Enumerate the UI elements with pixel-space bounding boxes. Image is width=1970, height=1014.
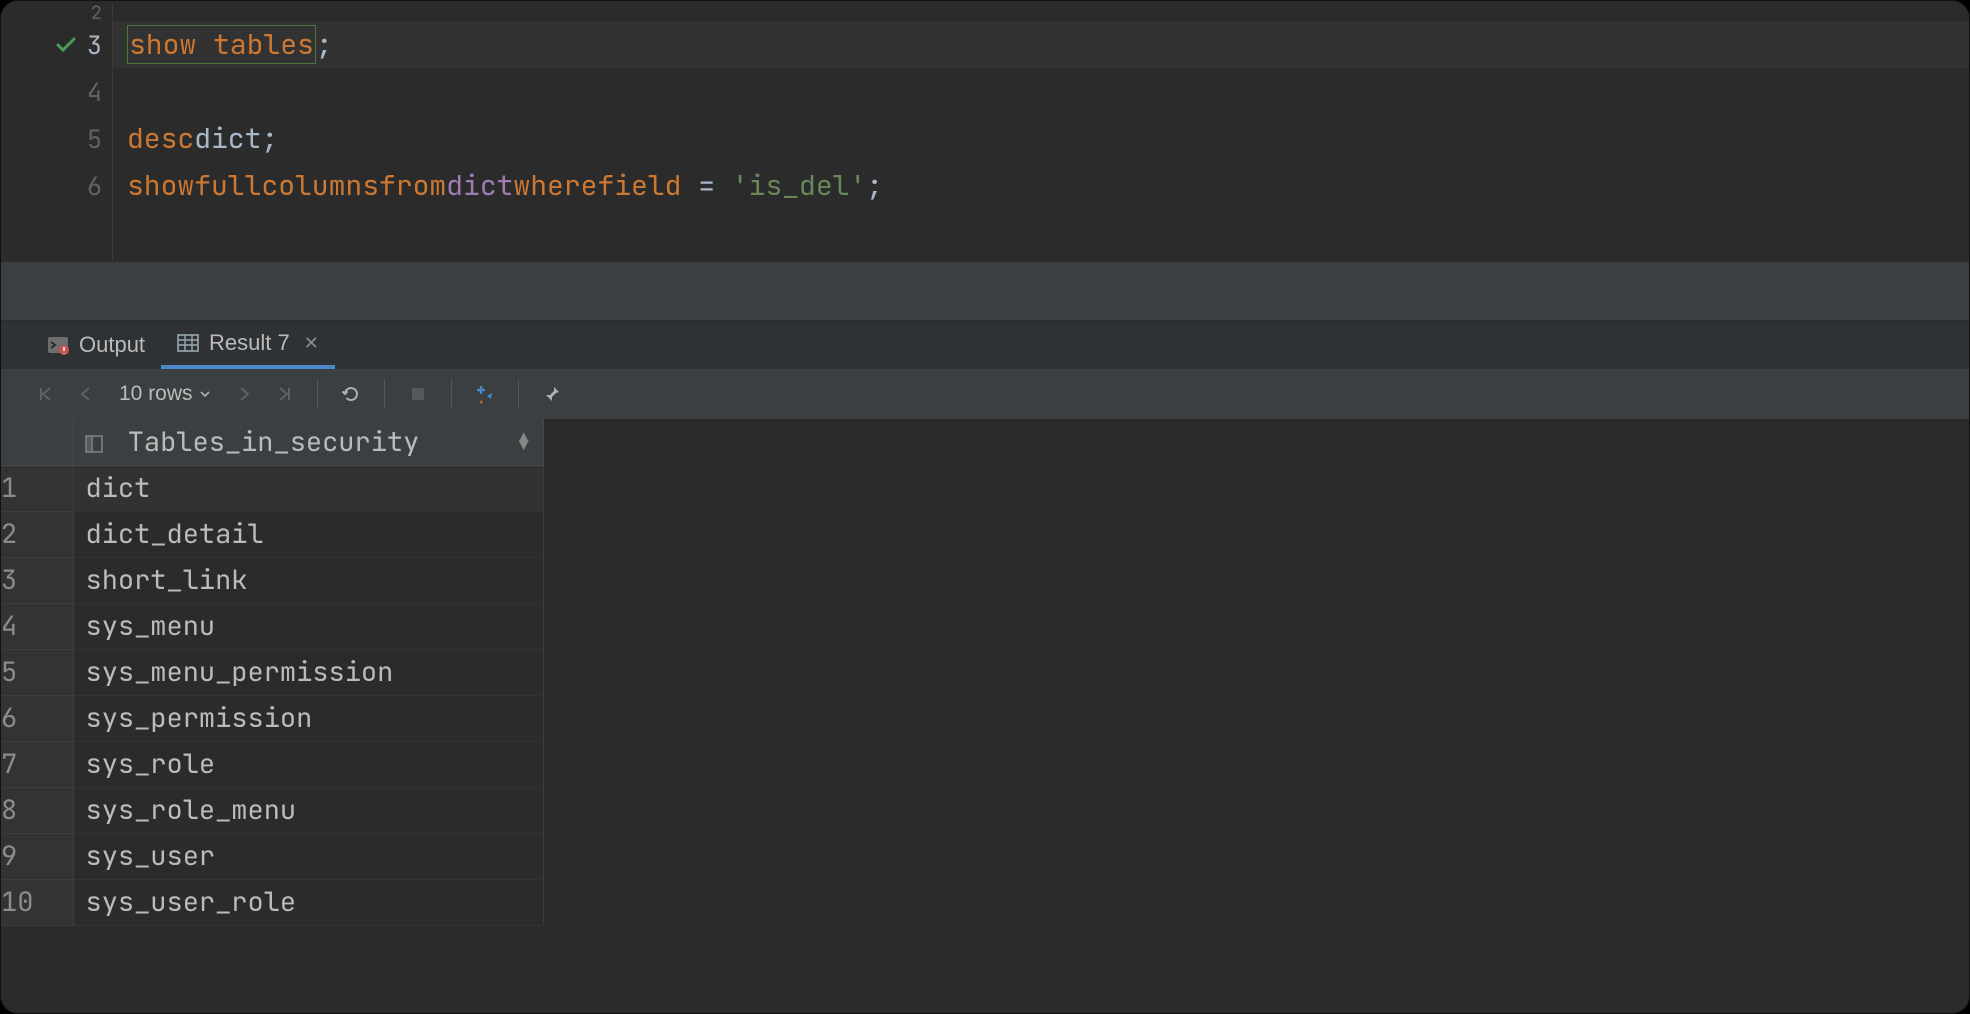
editor-code-area[interactable]: show tables; desc dict;show full columns … (113, 3, 1969, 261)
toolbar-divider (518, 379, 519, 409)
row-number[interactable]: 9 (1, 833, 73, 879)
console-icon (47, 334, 69, 356)
close-icon[interactable]: ✕ (304, 333, 319, 354)
row-number[interactable]: 2 (1, 511, 73, 557)
sort-icon[interactable]: ▲▼ (519, 434, 529, 450)
table-cell[interactable]: dict_detail (73, 511, 543, 557)
code-line[interactable]: show full columns from dict where field … (113, 162, 1969, 209)
gutter-line[interactable]: 2 (1, 3, 112, 21)
gutter-line[interactable]: 5 (1, 115, 112, 162)
row-number[interactable]: 8 (1, 787, 73, 833)
check-icon (55, 34, 77, 56)
last-page-button (267, 377, 301, 411)
row-number-header[interactable] (1, 419, 73, 465)
row-number[interactable]: 7 (1, 741, 73, 787)
tab-result-label: Result 7 (209, 330, 290, 356)
table-cell[interactable]: short_link (73, 557, 543, 603)
table-cell[interactable]: sys_role (73, 741, 543, 787)
table-row[interactable]: 2dict_detail (1, 511, 543, 557)
code-line[interactable]: desc dict; (113, 115, 1969, 162)
toolbar-divider (384, 379, 385, 409)
toolbar-divider (451, 379, 452, 409)
gutter-line[interactable]: 6 (1, 162, 112, 209)
stop-button (401, 377, 435, 411)
result-grid[interactable]: Tables_in_security ▲▼ 1dict2dict_detail3… (1, 419, 1969, 1013)
table-row[interactable]: 3short_link (1, 557, 543, 603)
row-number[interactable]: 1 (1, 465, 73, 511)
sql-editor[interactable]: 23456 show tables; desc dict;show full co… (1, 1, 1969, 261)
tab-output-label: Output (79, 332, 145, 358)
code-line[interactable] (113, 3, 1969, 21)
table-cell[interactable]: sys_role_menu (73, 787, 543, 833)
row-number[interactable]: 5 (1, 649, 73, 695)
reload-button[interactable] (334, 377, 368, 411)
row-number[interactable]: 4 (1, 603, 73, 649)
table-row[interactable]: 1dict (1, 465, 543, 511)
result-toolbar: 10 rows (1, 369, 1969, 419)
table-row[interactable]: 4sys_menu (1, 603, 543, 649)
first-page-button (29, 377, 63, 411)
editor-gutter: 23456 (1, 3, 113, 261)
column-header[interactable]: Tables_in_security ▲▼ (73, 419, 543, 465)
table-icon (177, 332, 199, 354)
table-cell[interactable]: sys_user_role (73, 879, 543, 925)
table-cell[interactable]: sys_menu_permission (73, 649, 543, 695)
rows-count-label: 10 rows (119, 382, 193, 406)
column-icon (84, 424, 120, 460)
ide-window: 23456 show tables;desc dict;show full co… (0, 0, 1970, 1014)
next-page-button (227, 377, 261, 411)
chevron-down-icon (199, 388, 211, 400)
column-header-label: Tables_in_security (128, 424, 420, 460)
table-row[interactable]: 8sys_role_menu (1, 787, 543, 833)
panel-separator[interactable] (1, 261, 1969, 321)
table-cell[interactable]: sys_permission (73, 695, 543, 741)
tab-result[interactable]: Result 7 ✕ (161, 321, 335, 369)
row-number[interactable]: 6 (1, 695, 73, 741)
table-cell[interactable]: sys_user (73, 833, 543, 879)
gutter-line[interactable]: 3 (1, 21, 112, 68)
add-row-button[interactable] (468, 377, 502, 411)
gutter-line[interactable]: 4 (1, 68, 112, 115)
table-row[interactable]: 7sys_role (1, 741, 543, 787)
table-cell[interactable]: sys_menu (73, 603, 543, 649)
table-row[interactable]: 5sys_menu_permission (1, 649, 543, 695)
row-number[interactable]: 10 (1, 879, 73, 925)
row-number[interactable]: 3 (1, 557, 73, 603)
rows-count-dropdown[interactable]: 10 rows (109, 382, 221, 406)
table-row[interactable]: 9sys_user (1, 833, 543, 879)
code-line[interactable]: show tables; (113, 21, 1969, 68)
result-tabs: Output Result 7 ✕ (1, 321, 1969, 369)
table-cell[interactable]: dict (73, 465, 543, 511)
code-line[interactable] (113, 68, 1969, 115)
toolbar-divider (317, 379, 318, 409)
tab-output[interactable]: Output (31, 321, 161, 369)
table-row[interactable]: 10sys_user_role (1, 879, 543, 925)
prev-page-button (69, 377, 103, 411)
table-row[interactable]: 6sys_permission (1, 695, 543, 741)
pin-button[interactable] (535, 377, 569, 411)
